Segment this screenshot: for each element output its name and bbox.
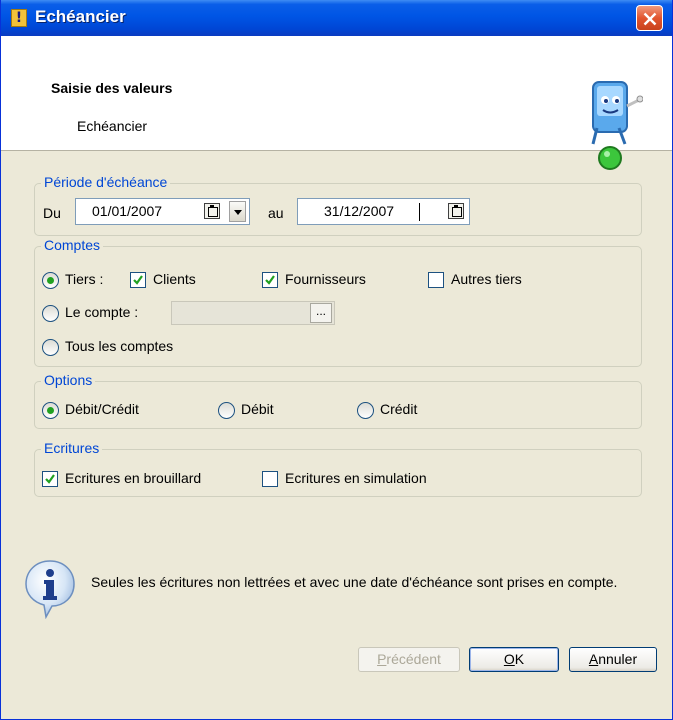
date-from-value: 01/01/2007 (92, 203, 163, 219)
checkmark-icon (265, 275, 275, 285)
calendar-icon[interactable] (204, 203, 220, 219)
previous-button[interactable]: Précédent (358, 647, 460, 672)
header-title: Saisie des valeurs (51, 80, 173, 96)
clients-label[interactable]: Clients (153, 271, 196, 287)
brouillard-checkbox[interactable] (42, 471, 58, 487)
tiers-radio[interactable] (42, 272, 59, 289)
debit-radio[interactable] (218, 402, 235, 419)
group-options-legend: Options (41, 372, 96, 388)
debit-label[interactable]: Débit (241, 401, 274, 417)
au-label: au (268, 205, 284, 221)
close-button[interactable] (636, 5, 663, 31)
info-message: Seules les écritures non lettrées et ave… (91, 574, 618, 590)
tiers-label[interactable]: Tiers : (65, 271, 103, 287)
close-icon (643, 12, 657, 26)
date-to-value: 31/12/2007 (324, 203, 395, 219)
ok-button[interactable]: OK (469, 647, 559, 672)
group-comptes-legend: Comptes (41, 237, 104, 253)
du-label: Du (43, 205, 61, 221)
calendar-icon[interactable] (448, 203, 464, 219)
checkmark-icon (133, 275, 143, 285)
browse-button: ... (310, 303, 332, 323)
compte-radio[interactable] (42, 305, 59, 322)
debit-credit-radio[interactable] (42, 402, 59, 419)
autres-tiers-label[interactable]: Autres tiers (451, 271, 522, 287)
compte-select: ... (171, 301, 335, 325)
cancel-button[interactable]: Annuler (569, 647, 657, 672)
fournisseurs-label[interactable]: Fournisseurs (285, 271, 366, 287)
fournisseurs-checkbox[interactable] (262, 272, 278, 288)
info-icon (25, 560, 75, 619)
window-title: Echéancier (35, 7, 126, 26)
group-periode-legend: Période d'échéance (41, 174, 171, 190)
title-bar[interactable]: ! Echéancier (1, 0, 672, 36)
dialog-window: ! Echéancier Saisie des valeurs Echéanci… (0, 0, 673, 720)
app-warning-icon: ! (11, 9, 27, 27)
credit-label[interactable]: Crédit (380, 401, 417, 417)
tous-comptes-radio[interactable] (42, 339, 59, 356)
wizard-header: Saisie des valeurs Echéancier (1, 36, 672, 170)
group-ecritures-legend: Ecritures (41, 440, 103, 456)
date-to-input[interactable]: 31/12/2007 (297, 198, 470, 225)
checkmark-icon (45, 474, 55, 484)
autres-tiers-checkbox[interactable] (428, 272, 444, 288)
tous-comptes-label[interactable]: Tous les comptes (65, 338, 173, 354)
text-cursor (419, 203, 420, 221)
brouillard-label[interactable]: Ecritures en brouillard (65, 470, 201, 486)
credit-radio[interactable] (357, 402, 374, 419)
assistant-mascot-icon (591, 81, 643, 170)
clients-checkbox[interactable] (130, 272, 146, 288)
simulation-checkbox[interactable] (262, 471, 278, 487)
date-from-dropdown-button[interactable] (229, 201, 246, 222)
date-from-input[interactable]: 01/01/2007 (75, 198, 250, 225)
debit-credit-label[interactable]: Débit/Crédit (65, 401, 139, 417)
header-subtitle: Echéancier (77, 118, 148, 134)
compte-label[interactable]: Le compte : (65, 304, 138, 320)
simulation-label[interactable]: Ecritures en simulation (285, 470, 427, 486)
